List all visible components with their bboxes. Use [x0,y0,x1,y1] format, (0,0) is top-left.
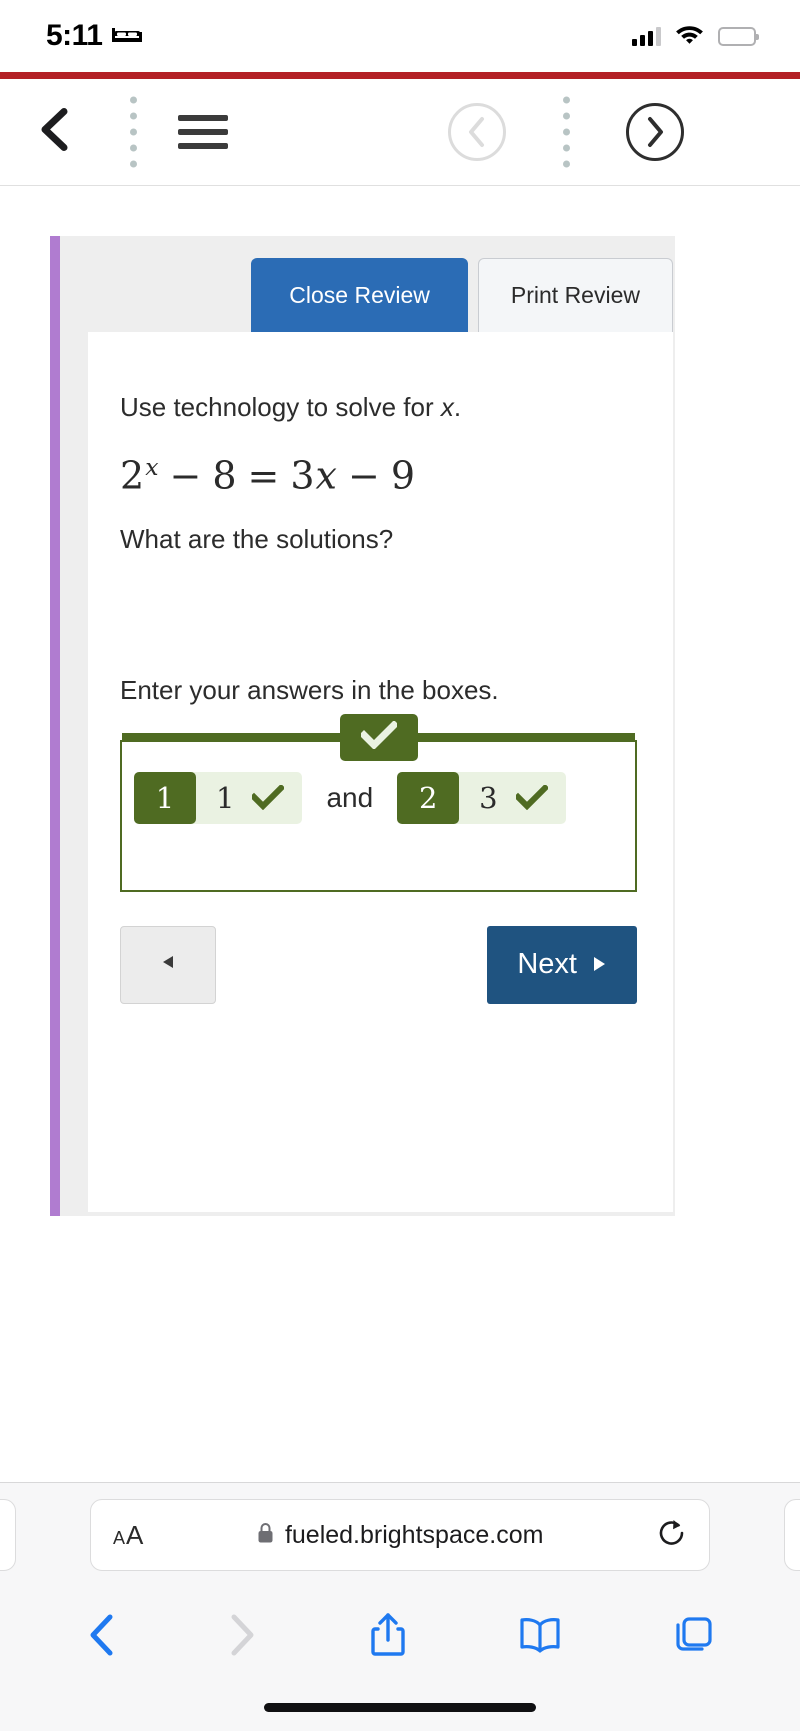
web-content-area: Close Review Print Review Use technology… [0,186,800,1482]
question-prompt-before: Use technology to solve for [120,392,441,422]
question-prompt-after: . [453,392,462,422]
address-bar[interactable]: AA fueled.brightspace.com [90,1499,710,1571]
equation-term-1: 8 [212,453,238,498]
status-bar-right [632,23,759,49]
answer-region: 1 1 and 2 3 [120,713,637,892]
equation-coefficient: 3 [290,453,316,498]
triangle-right-icon [591,948,607,981]
bed-icon [112,24,143,49]
app-nav-bar [0,79,800,186]
next-question-label: Next [517,948,577,981]
bookmarks-book-icon[interactable] [518,1616,562,1654]
status-bar: 5:11 [0,0,800,72]
text-size-small-a: A [113,1527,126,1548]
vertical-dotted-divider-icon-2 [563,96,570,168]
phone-screen: 5:11 Close Review Print Review Use techn… [0,0,800,1731]
browser-bottom-bar: AA fueled.brightspace.com [0,1482,800,1731]
quiz-container: Close Review Print Review Use technology… [50,236,675,1216]
tab-peek-right[interactable] [784,1499,800,1571]
brand-accent-rule [0,72,800,79]
review-toolbar: Close Review Print Review [60,236,675,332]
url-display[interactable]: fueled.brightspace.com [143,1521,657,1550]
back-icon[interactable] [36,106,70,159]
answer-conjunction: and [326,781,374,813]
lock-icon [257,1522,274,1549]
quiz-accent-bar [50,236,60,1216]
equation: 2x −8 = 3x −9 [120,453,637,498]
circled-chevron-left-icon[interactable] [448,103,506,161]
check-mark-icon-1 [252,785,302,811]
print-review-button[interactable]: Print Review [477,258,673,332]
answer-value-2: 3 [479,780,498,815]
answer-index-2: 2 [397,771,460,824]
vertical-dotted-divider-icon [130,96,137,168]
question-pager: Next [120,925,637,1004]
equation-base: 2 [120,453,146,498]
question-card: Use technology to solve for x. 2x −8 = 3x −9… [88,332,673,1212]
check-mark-icon-2 [515,785,566,811]
answer-field-2[interactable]: 2 3 [397,771,566,824]
equation-minus-1: − [169,453,203,498]
hamburger-menu-icon[interactable] [178,115,228,149]
question-prompt: Use technology to solve for x. [120,390,637,425]
equation-term-2: 9 [390,453,416,498]
triangle-left-icon [161,954,175,975]
home-indicator-area [0,1683,800,1731]
answer-correct-badge [339,713,418,761]
check-mark-icon [358,719,399,754]
browser-back-icon[interactable] [86,1613,116,1657]
equation-minus-2: − [347,453,381,498]
reload-icon[interactable] [657,1517,687,1554]
close-review-button[interactable]: Close Review [251,258,468,332]
home-indicator[interactable] [264,1702,536,1712]
browser-forward-icon[interactable] [228,1613,258,1657]
equation-exponent: x [145,453,160,482]
status-time: 5:11 [46,19,103,52]
browser-toolbar [0,1587,800,1683]
status-bar-left: 5:11 [46,19,143,53]
cellular-signal-icon [632,26,661,46]
question-prompt-variable: x [440,392,454,422]
url-text: fueled.brightspace.com [284,1520,544,1549]
answer-instruction: Enter your answers in the boxes. [120,674,499,705]
equation-equals: = [247,453,281,498]
answer-field-1[interactable]: 1 1 [134,771,303,824]
previous-question-button[interactable] [120,925,216,1004]
equation-variable: x [315,453,338,498]
quiz-inner: Close Review Print Review Use technology… [60,236,675,1216]
text-size-large-a: A [126,1519,144,1550]
answer-index-1: 1 [134,771,196,824]
text-size-button[interactable]: AA [113,1520,143,1551]
tab-peek-left[interactable] [0,1499,16,1571]
tabs-icon[interactable] [674,1615,714,1655]
circled-chevron-right-icon[interactable] [626,103,684,161]
wifi-icon [675,23,704,49]
next-question-button[interactable]: Next [487,925,637,1004]
answer-value-1: 1 [216,780,235,815]
battery-low-icon [718,26,759,46]
sub-question: What are the solutions? [120,523,394,554]
share-icon[interactable] [370,1612,406,1658]
url-bar-strip: AA fueled.brightspace.com [0,1483,800,1587]
